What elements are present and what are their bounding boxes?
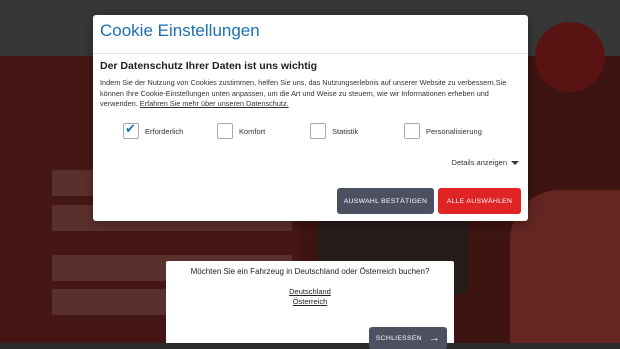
checkbox-statistics[interactable]: [310, 123, 326, 139]
details-label: Details anzeigen: [451, 158, 507, 167]
option-statistics[interactable]: Statistik: [310, 123, 358, 139]
checkmark-icon: ✔: [125, 121, 136, 136]
checkbox-comfort[interactable]: [217, 123, 233, 139]
details-toggle[interactable]: Details anzeigen: [452, 158, 519, 167]
chevron-down-icon: [511, 160, 519, 165]
option-personalization[interactable]: Personalisierung: [404, 123, 482, 139]
cookie-description: Indem Sie der Nutzung von Cookies zustim…: [100, 78, 520, 110]
divider: [93, 53, 528, 54]
select-all-button[interactable]: ALLE AUSWÄHLEN: [438, 188, 521, 214]
close-button-label: SCHLIESSEN: [375, 334, 422, 342]
option-label: Komfort: [239, 126, 266, 136]
cookie-dialog-title: Cookie Einstellungen: [100, 21, 260, 40]
country-question: Möchten Sie ein Fahrzeug in Deutschland …: [190, 267, 430, 276]
option-label: Erforderlich: [145, 126, 184, 136]
confirm-selection-button[interactable]: AUSWAHL BESTÄTIGEN: [337, 188, 434, 214]
cookie-dialog-subtitle: Der Datenschutz Ihrer Daten ist uns wich…: [100, 60, 318, 72]
austria-link[interactable]: Österreich: [166, 297, 454, 306]
country-selection-dialog: Möchten Sie ein Fahrzeug in Deutschland …: [166, 261, 454, 349]
arrow-right-icon: →: [428, 332, 441, 344]
option-required[interactable]: ✔ Erforderlich: [123, 121, 184, 139]
option-comfort[interactable]: Komfort: [217, 123, 265, 139]
germany-link[interactable]: Deutschland: [166, 287, 454, 296]
option-label: Personalisierung: [426, 126, 482, 136]
checkbox-required[interactable]: ✔: [123, 121, 139, 139]
close-button[interactable]: SCHLIESSEN →: [369, 327, 447, 349]
cookie-settings-dialog: Cookie Einstellungen Der Datenschutz Ihr…: [93, 15, 528, 221]
option-label: Statistik: [332, 126, 359, 136]
checkbox-personalization[interactable]: [404, 123, 420, 139]
privacy-link[interactable]: Erfahren Sie mehr über unseren Datenschu…: [140, 99, 289, 108]
